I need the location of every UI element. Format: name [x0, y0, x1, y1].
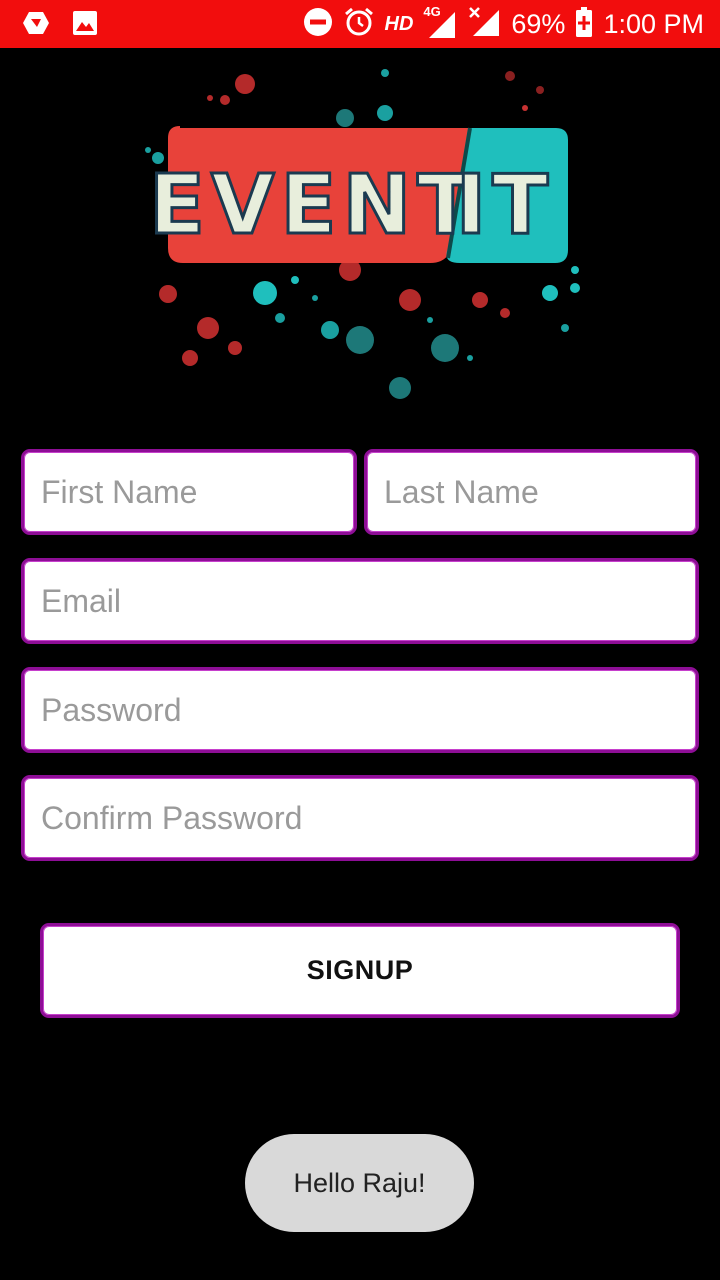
signup-button[interactable]: SIGNUP — [40, 923, 680, 1018]
confirm-password-field — [21, 775, 699, 861]
logo-text-it: IT — [456, 158, 554, 253]
last-name-input[interactable] — [367, 452, 696, 532]
confirm-password-input[interactable] — [24, 778, 696, 858]
status-bar: HD 4G 69% 1:00 PM — [0, 0, 720, 48]
notification-app-icon — [22, 11, 50, 40]
signal-no-sim-icon — [467, 6, 501, 43]
image-icon — [72, 10, 98, 41]
signal-4g-icon: 4G — [423, 4, 457, 40]
toast-text: Hello Raju! — [293, 1167, 426, 1198]
password-field — [21, 667, 699, 753]
last-name-field — [364, 449, 699, 535]
first-name-field — [21, 449, 357, 535]
alarm-icon — [343, 6, 375, 43]
clock: 1:00 PM — [603, 9, 704, 39]
battery-charging-icon — [575, 6, 593, 42]
email-field — [21, 558, 699, 644]
do-not-disturb-icon — [303, 7, 333, 42]
logo-text-event: EVENT — [149, 158, 479, 253]
battery-percent: 69% — [511, 9, 566, 39]
password-input[interactable] — [24, 670, 696, 750]
status-bar-left — [22, 10, 98, 41]
event-it-logo: EVENT IT — [130, 58, 600, 408]
status-bar-right: HD 4G 69% 1:00 PM — [303, 4, 704, 43]
hd-icon: HD — [384, 12, 414, 35]
first-name-input[interactable] — [24, 452, 354, 532]
signup-screen: HD 4G 69% 1:00 PM EVENT IT First Name La… — [0, 0, 720, 1280]
toast-message: Hello Raju! — [245, 1134, 474, 1232]
email-input[interactable] — [24, 561, 696, 641]
